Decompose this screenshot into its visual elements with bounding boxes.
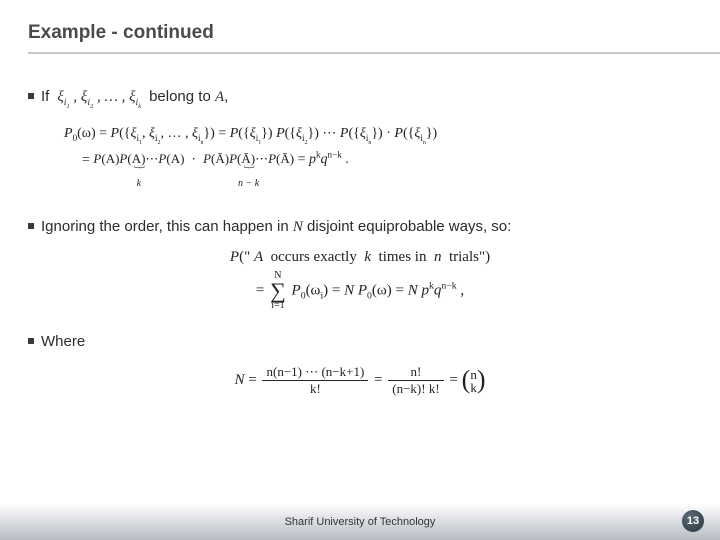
fraction-1: n(n−1) ⋯ (n−k+1) k! bbox=[262, 364, 368, 397]
binom-close-icon: ) bbox=[477, 370, 486, 391]
bullet-icon bbox=[28, 93, 34, 99]
eq1-line1: P0(ω) = P({ξi1, ξi2, … , ξin}) = P({ξi1}… bbox=[64, 122, 692, 148]
underbrace-nk: P(Ā)P(Ā)⋯P(Ā) ︸ n − k bbox=[203, 148, 294, 193]
bullet-1-prefix: If bbox=[41, 88, 49, 105]
equation-1: P0(ω) = P({ξi1, ξi2, … , ξin}) = P({ξi1}… bbox=[28, 122, 692, 192]
title-underline bbox=[28, 52, 720, 54]
footer-text: Sharif University of Technology bbox=[285, 516, 436, 528]
title-block: Example - continued bbox=[0, 0, 720, 64]
equation-2: P(" A occurs exactly k times in n trials… bbox=[28, 244, 692, 311]
underbrace-k: P(A)P(A)⋯P(A) ︸ k bbox=[93, 148, 184, 193]
bullet-icon bbox=[28, 338, 34, 344]
bullet-2: Ignoring the order, this can happen in N… bbox=[28, 218, 692, 236]
eq1-tail: = pkqn−k . bbox=[298, 152, 349, 167]
summation-icon: N ∑ i=1 bbox=[270, 271, 286, 311]
binom-open-icon: ( bbox=[462, 370, 471, 391]
page-number-badge: 13 bbox=[682, 510, 704, 532]
slide-body: If ξi1 , ξi2 , … , ξik belong to A, P0(ω… bbox=[0, 64, 720, 397]
bullet-3-text: Where bbox=[41, 333, 85, 350]
footer-bar: Sharif University of Technology bbox=[0, 504, 720, 540]
bullet-icon bbox=[28, 223, 34, 229]
bullet-1: If ξi1 , ξi2 , … , ξik belong to A, bbox=[28, 88, 692, 110]
slide: Example - continued If ξi1 , ξi2 , … , ξ… bbox=[0, 0, 720, 540]
bullet-1-suffix: belong to A, bbox=[149, 88, 228, 106]
slide-title: Example - continued bbox=[28, 22, 720, 44]
eq2-line2: = N ∑ i=1 P0(ωi) = N P0(ω) = N pkqn−k , bbox=[28, 271, 692, 311]
fraction-2: n! (n−k)! k! bbox=[388, 364, 443, 397]
eq2-line1: P(" A occurs exactly k times in n trials… bbox=[28, 244, 692, 271]
xi-list: ξi1 , ξi2 , … , ξik bbox=[49, 89, 149, 110]
bullet-2-text: Ignoring the order, this can happen in N… bbox=[41, 218, 511, 236]
equation-3: N = n(n−1) ⋯ (n−k+1) k! = n! (n−k)! k! =… bbox=[28, 364, 692, 397]
bullet-3: Where bbox=[28, 333, 692, 350]
eq1-line2: = P(A)P(A)⋯P(A) ︸ k · P(Ā)P(Ā)⋯P(Ā) ︸ n … bbox=[64, 148, 692, 193]
